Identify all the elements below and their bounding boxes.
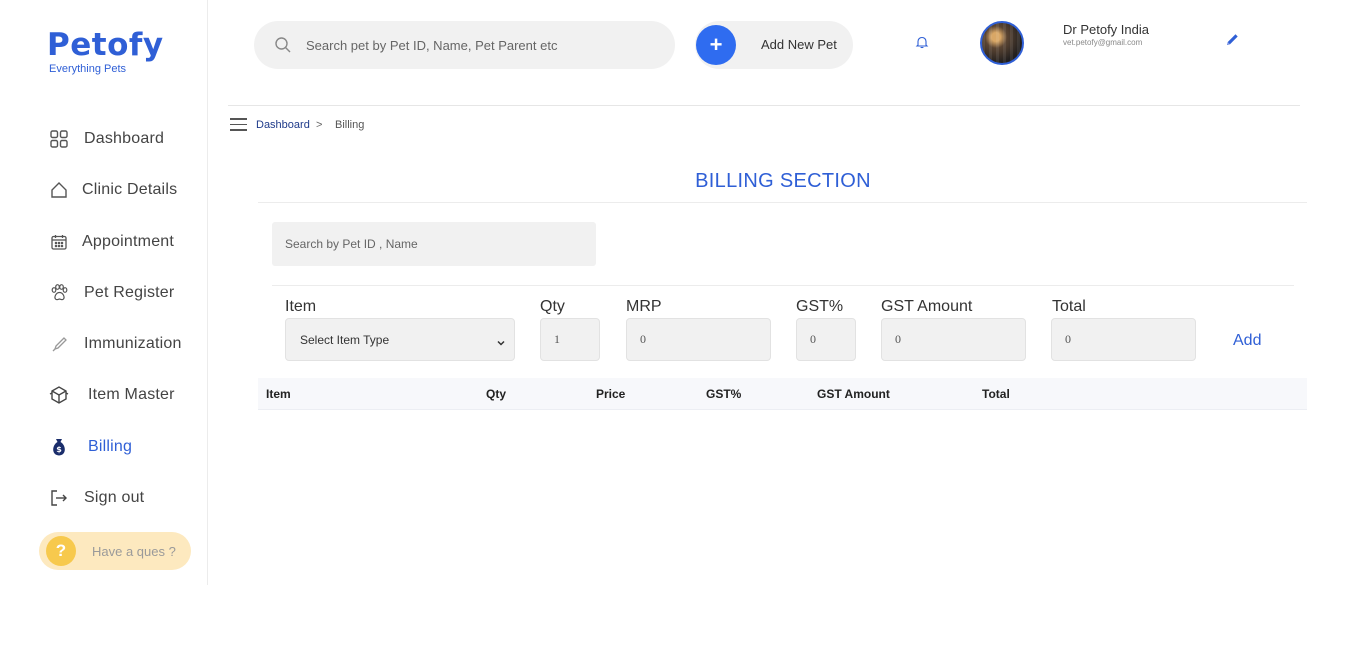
bell-icon[interactable] — [915, 35, 929, 49]
sidebar-item-label: Appointment — [82, 233, 175, 250]
help-button[interactable]: ? Have a ques ? — [39, 532, 191, 570]
plus-icon: + — [696, 25, 736, 65]
sidebar-item-immunization[interactable]: Immunization — [48, 330, 182, 358]
add-new-pet-label: Add New Pet — [761, 37, 837, 52]
brand-name: Petofy — [47, 27, 164, 63]
sidebar-item-item-master[interactable]: Item Master — [48, 381, 175, 409]
sidebar-item-label: Item Master — [88, 386, 175, 403]
question-icon: ? — [46, 536, 76, 566]
title-divider — [258, 202, 1307, 203]
brand-tagline: Everything Pets — [49, 63, 127, 75]
item-type-select-value: Select Item Type — [300, 332, 390, 347]
user-email: vet.petofy@gmail.com — [1063, 38, 1143, 47]
avatar[interactable] — [980, 21, 1024, 65]
sidebar-item-label: Dashboard — [84, 130, 165, 147]
hamburger-menu-icon[interactable] — [230, 118, 247, 131]
breadcrumb-dashboard-link[interactable]: Dashboard — [256, 119, 310, 131]
column-header-item: Item — [266, 387, 291, 401]
column-header-total: Total — [982, 387, 1010, 401]
sidebar-item-dashboard[interactable]: Dashboard — [48, 125, 164, 153]
search-icon — [274, 36, 292, 54]
billing-pet-search-input[interactable] — [272, 222, 596, 266]
user-name: Dr Petofy India — [1063, 22, 1149, 37]
gst-amount-input[interactable] — [881, 318, 1026, 361]
gst-percent-label: GST% — [796, 298, 844, 315]
grid-icon — [48, 128, 70, 150]
sidebar-item-pet-register[interactable]: Pet Register — [48, 279, 174, 307]
sidebar-item-appointment[interactable]: Appointment — [48, 228, 174, 256]
breadcrumb-separator: > — [316, 119, 323, 131]
add-item-button[interactable]: Add — [1233, 332, 1261, 350]
sign-out-icon — [48, 487, 70, 509]
sidebar-item-label: Sign out — [84, 489, 145, 506]
avatar-image — [982, 23, 1022, 63]
gst-percent-input[interactable] — [796, 318, 856, 361]
item-label: Item — [285, 298, 317, 315]
form-divider — [272, 285, 1294, 286]
pencil-icon[interactable] — [1224, 32, 1240, 48]
column-header-gst-amount: GST Amount — [817, 387, 890, 401]
column-header-gst-percent: GST% — [706, 387, 742, 401]
total-input[interactable] — [1051, 318, 1196, 361]
help-label: Have a ques ? — [92, 543, 176, 559]
sidebar-item-billing[interactable]: $ Billing — [48, 433, 132, 461]
column-header-price: Price — [596, 387, 626, 401]
sidebar: Petofy Everything Pets Dashboard Clinic … — [0, 0, 208, 585]
pet-search-input[interactable] — [306, 37, 666, 53]
svg-text:$: $ — [56, 445, 62, 454]
add-new-pet-button[interactable]: + Add New Pet — [695, 21, 853, 69]
brand-logo[interactable]: Petofy Everything Pets — [47, 28, 164, 75]
calendar-icon — [48, 231, 70, 253]
pet-search-bar[interactable] — [254, 21, 675, 69]
gst-amount-label: GST Amount — [881, 298, 973, 315]
paw-icon — [48, 282, 70, 304]
sidebar-item-label: Immunization — [84, 335, 182, 352]
chevron-down-icon — [496, 335, 506, 346]
syringe-icon — [48, 333, 70, 355]
sidebar-item-label: Billing — [88, 438, 133, 455]
mrp-label: MRP — [626, 298, 662, 315]
box-icon — [48, 384, 70, 406]
header-divider — [228, 105, 1300, 106]
mrp-input[interactable] — [626, 318, 771, 361]
qty-input[interactable] — [540, 318, 600, 361]
sidebar-item-sign-out[interactable]: Sign out — [48, 484, 144, 512]
breadcrumb-current: Billing — [335, 119, 365, 131]
money-bag-icon: $ — [48, 436, 70, 458]
qty-label: Qty — [540, 298, 565, 315]
billing-table-header: Item Qty Price GST% GST Amount Total — [258, 378, 1307, 410]
sidebar-item-label: Pet Register — [84, 284, 175, 301]
page-title: BILLING SECTION — [695, 170, 871, 192]
item-type-select[interactable]: Select Item Type — [285, 318, 515, 361]
column-header-qty: Qty — [486, 387, 507, 401]
total-label: Total — [1052, 298, 1086, 315]
